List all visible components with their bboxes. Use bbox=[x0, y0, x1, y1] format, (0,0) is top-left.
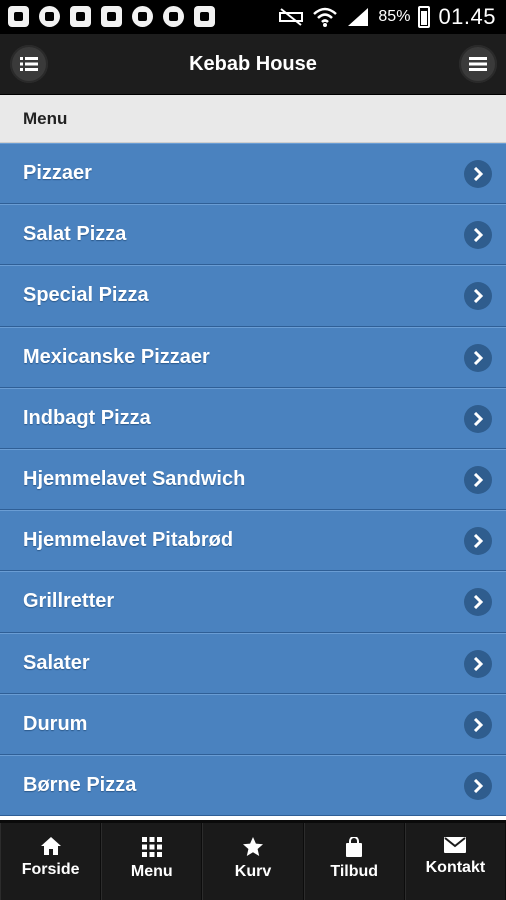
wifi-icon bbox=[313, 7, 338, 27]
tab-label: Kontakt bbox=[425, 859, 486, 876]
chevron-right-icon bbox=[464, 649, 492, 678]
divider-label: Menu bbox=[23, 109, 68, 128]
chevron-right-icon bbox=[464, 527, 492, 556]
list-item-label: Hjemmelavet Pitabrød bbox=[23, 529, 234, 552]
chevron-right-icon bbox=[464, 343, 492, 372]
tab-label: Tilbud bbox=[330, 863, 379, 880]
tab-tilbud[interactable]: Tilbud bbox=[303, 823, 405, 900]
tab-label: Forside bbox=[21, 861, 80, 878]
list-item-label: Børne Pizza bbox=[23, 773, 137, 796]
shopping-bag-icon bbox=[346, 837, 363, 857]
list-item[interactable]: Salat Pizza bbox=[0, 204, 506, 266]
mail-icon bbox=[70, 6, 91, 27]
android-icon bbox=[194, 6, 215, 27]
chevron-right-icon bbox=[464, 404, 492, 433]
mute-icon bbox=[279, 8, 304, 26]
page-title: Kebab House bbox=[189, 53, 317, 75]
list-item-label: Salater bbox=[23, 651, 90, 674]
tab-label: Kurv bbox=[234, 863, 272, 880]
battery-percent: 85% bbox=[378, 8, 411, 25]
sync-icon bbox=[163, 6, 184, 27]
chevron-right-icon bbox=[464, 221, 492, 250]
list-item-label: Pizzaer bbox=[23, 162, 92, 184]
tab-label: Menu bbox=[130, 863, 173, 880]
tab-kontakt[interactable]: Kontakt bbox=[404, 823, 506, 900]
list-item[interactable]: Durum bbox=[0, 693, 506, 755]
mail-icon bbox=[444, 837, 467, 853]
hamburger-menu-icon bbox=[469, 57, 487, 71]
list-divider: Menu bbox=[0, 95, 506, 143]
walk-icon bbox=[132, 6, 153, 27]
list-item[interactable]: Hjemmelavet Sandwich bbox=[0, 448, 506, 511]
menu-list: Pizzaer Salat Pizza Special Pizza Mexica… bbox=[0, 143, 506, 817]
list-item-label: Special Pizza bbox=[23, 284, 149, 307]
tab-forside[interactable]: Forside bbox=[0, 823, 102, 900]
tab-kurv[interactable]: Kurv bbox=[202, 823, 304, 900]
tab-menu[interactable]: Menu bbox=[101, 823, 203, 900]
chevron-right-icon bbox=[464, 771, 492, 800]
status-bar: 85% 01.45 bbox=[0, 0, 506, 34]
chevron-right-icon bbox=[464, 160, 492, 188]
list-item-label: Mexicanske Pizzaer bbox=[23, 345, 210, 368]
chevron-right-icon bbox=[464, 465, 492, 494]
list-item-label: Durum bbox=[23, 712, 88, 735]
image-icon bbox=[101, 6, 122, 27]
menu-button[interactable] bbox=[459, 45, 497, 83]
list-item[interactable]: Indbagt Pizza bbox=[0, 387, 506, 449]
notification-icons bbox=[8, 6, 215, 27]
star-icon bbox=[243, 837, 263, 856]
list-item[interactable]: Grillretter bbox=[0, 571, 506, 633]
list-item[interactable]: Børne Pizza bbox=[0, 754, 506, 817]
home-icon bbox=[40, 837, 61, 855]
list-item-label: Indbagt Pizza bbox=[23, 406, 151, 429]
system-icons: 85% 01.45 bbox=[278, 4, 496, 30]
list-item[interactable]: Salater bbox=[0, 632, 506, 694]
back-icon bbox=[8, 6, 29, 27]
chat-icon bbox=[39, 6, 60, 27]
list-item-label: Grillretter bbox=[23, 590, 115, 613]
bottom-tab-bar: Forside Menu Kurv Tilbud Kontakt bbox=[0, 820, 506, 900]
list-item[interactable]: Pizzaer bbox=[0, 143, 506, 205]
battery-icon bbox=[418, 6, 431, 28]
list-item[interactable]: Mexicanske Pizzaer bbox=[0, 326, 506, 388]
app-header: Kebab House bbox=[0, 34, 506, 95]
chevron-right-icon bbox=[464, 588, 492, 617]
chevron-right-icon bbox=[464, 282, 492, 311]
list-item[interactable]: Special Pizza bbox=[0, 265, 506, 327]
list-item-label: Hjemmelavet Sandwich bbox=[23, 467, 246, 490]
grid-icon bbox=[141, 837, 162, 857]
clock: 01.45 bbox=[438, 4, 496, 29]
list-item[interactable]: Hjemmelavet Pitabrød bbox=[0, 510, 506, 572]
signal-icon bbox=[348, 8, 369, 26]
list-item-label: Salat Pizza bbox=[23, 223, 127, 246]
chevron-right-icon bbox=[464, 710, 492, 739]
